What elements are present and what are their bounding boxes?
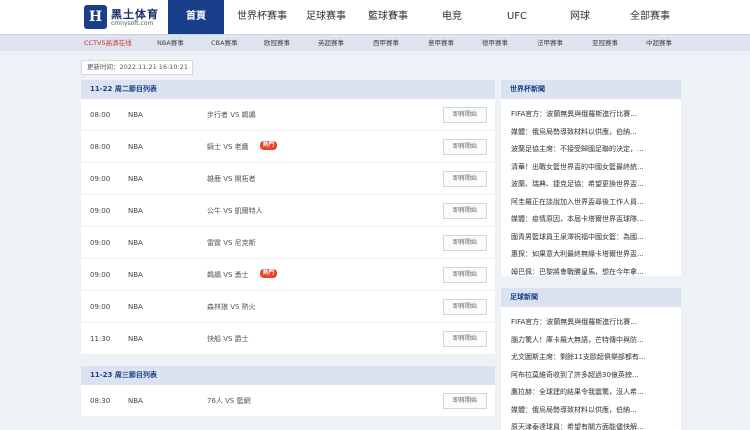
news-item[interactable]: FIFA官方：波蘭無異與俄羅斯進行比賽... — [501, 314, 681, 332]
news-item[interactable]: 阿布拉莫維奇收到了許多超過30億英鎊... — [501, 367, 681, 385]
subnav-item-epl[interactable]: 英超赛事 — [318, 35, 344, 52]
subnav-item-nba[interactable]: NBA赛事 — [157, 35, 184, 52]
schedule-title: 11-23 周三節目列表 — [81, 366, 495, 385]
news-panel-worldcup: 世界杯新聞 FIFA官方：波蘭無異與俄羅斯進行比賽... 媒體：俄烏局勢導致材料… — [501, 80, 681, 276]
site-logo[interactable]: H 黑土体育 cmnysoft.com — [84, 5, 166, 29]
nav-item-basketball[interactable]: 籃球賽事 — [362, 0, 414, 34]
news-item[interactable]: 腦力驚人！庫卡羅大無語，芒特傳中與防... — [501, 332, 681, 350]
watch-button[interactable]: 即將開始 — [443, 267, 487, 283]
news-item[interactable]: 媒體：俄烏局勢導致材料以供應，伯納... — [501, 124, 681, 142]
subnav-item-seriea[interactable]: 意甲赛事 — [428, 35, 454, 52]
schedule-row: 08:00 NBA 騎士 VS 老鷹 熱門 即將開始 — [81, 131, 495, 163]
news-item[interactable]: FIFA官方：波蘭無異與俄羅斯進行比賽... — [501, 106, 681, 124]
match-league: NBA — [128, 111, 143, 119]
match-teams[interactable]: 雄鹿 VS 開拓者 — [207, 163, 256, 195]
match-league: NBA — [128, 271, 143, 279]
match-time: 09:00 — [90, 303, 111, 311]
watch-button[interactable]: 即將開始 — [443, 393, 487, 409]
schedule-row: 09:00 NBA 雄鹿 VS 開拓者 即將開始 — [81, 163, 495, 195]
schedule-row: 09:00 NBA 鵜鶘 VS 勇士 熱門 即將開始 — [81, 259, 495, 291]
news-title: 世界杯新聞 — [501, 80, 681, 99]
match-league: NBA — [128, 303, 143, 311]
watch-button[interactable]: 即將開始 — [443, 235, 487, 251]
match-teams[interactable]: 公牛 VS 凱爾特人 — [207, 195, 263, 227]
hot-badge: 熱門 — [260, 269, 278, 278]
news-item[interactable]: 清華！出戰女籃世界盃的中國女籃最終統... — [501, 159, 681, 177]
hot-badge: 熱門 — [260, 141, 278, 150]
match-teams[interactable]: 森林狼 VS 熱火 — [207, 291, 256, 323]
match-time: 09:00 — [90, 271, 111, 279]
match-league: NBA — [128, 397, 143, 405]
news-item[interactable]: 國青男籃球員王泉澤祝福中國女籃：為國... — [501, 229, 681, 247]
subnav-item-cba[interactable]: CBA赛事 — [211, 35, 237, 52]
watch-button[interactable]: 即將開始 — [443, 299, 487, 315]
schedule-row: 09:00 NBA 森林狼 VS 熱火 即將開始 — [81, 291, 495, 323]
schedule-row: 09:00 NBA 雷霆 VS 尼克斯 即將開始 — [81, 227, 495, 259]
news-panel-football: 足球新聞 FIFA官方：波蘭無異與俄羅斯進行比賽... 腦力驚人！庫卡羅大無語，… — [501, 288, 681, 430]
watch-button[interactable]: 即將開始 — [443, 139, 487, 155]
match-teams[interactable]: 步行者 VS 鵜鶘 — [207, 99, 256, 131]
match-league: NBA — [128, 207, 143, 215]
match-league: NBA — [128, 175, 143, 183]
news-title: 足球新聞 — [501, 288, 681, 307]
news-item[interactable]: 波蘭足協主席：不接受歸國足聯的決定，... — [501, 141, 681, 159]
schedule-panel-day1: 11-22 周二節目列表 08:00 NBA 步行者 VS 鵜鶘 即將開始 08… — [81, 80, 495, 355]
schedule-title: 11-22 周二節目列表 — [81, 80, 495, 99]
nav-item-ufc[interactable]: UFC — [497, 0, 537, 34]
subnav-item-bundesliga[interactable]: 德甲赛事 — [482, 35, 508, 52]
news-item[interactable]: 尤文圖斯主席：剩餘11支歐超俱樂部都有... — [501, 349, 681, 367]
news-item[interactable]: 阿圭羅正在談說加入世界盃尋後工作人員... — [501, 194, 681, 212]
logo-url: cmnysoft.com — [111, 20, 154, 27]
match-teams[interactable]: 雷霆 VS 尼克斯 — [207, 227, 256, 259]
watch-button[interactable]: 即將開始 — [443, 203, 487, 219]
schedule-row: 08:30 NBA 76人 VS 籃網 即將開始 — [81, 385, 495, 417]
match-time: 08:00 — [90, 143, 111, 151]
match-league: NBA — [128, 239, 143, 247]
nav-item-home[interactable]: 首頁 — [168, 0, 224, 34]
match-time: 08:00 — [90, 111, 111, 119]
watch-button[interactable]: 即將開始 — [443, 107, 487, 123]
nav-item-tennis[interactable]: 网球 — [560, 0, 600, 34]
subnav-item-afc[interactable]: 亚冠赛事 — [592, 35, 618, 52]
match-league: NBA — [128, 143, 143, 151]
schedule-row: 11:30 NBA 快船 VS 爵士 即將開始 — [81, 323, 495, 355]
subnav-item-ligue1[interactable]: 法甲赛事 — [537, 35, 563, 52]
watch-button[interactable]: 即將開始 — [443, 331, 487, 347]
schedule-row: 09:00 NBA 公牛 VS 凱爾特人 即將開始 — [81, 195, 495, 227]
news-item[interactable]: 惠探：如果意大利最終無緣卡塔爾世界盃... — [501, 246, 681, 264]
match-teams[interactable]: 鵜鶘 VS 勇士 — [207, 259, 249, 291]
top-header: H 黑土体育 cmnysoft.com 首頁 世界杯赛事 足球赛事 籃球賽事 电… — [0, 0, 750, 34]
schedule-row: 08:00 NBA 步行者 VS 鵜鶘 即將開始 — [81, 99, 495, 131]
match-time: 09:00 — [90, 239, 111, 247]
match-teams[interactable]: 騎士 VS 老鷹 — [207, 131, 249, 163]
update-time: 更新时间：2022.11.21 16:10:21 — [81, 60, 193, 75]
watch-button[interactable]: 即將開始 — [443, 171, 487, 187]
news-item[interactable]: 波蘭、瑞典、捷克足協：希望更換世界盃... — [501, 176, 681, 194]
match-time: 09:00 — [90, 207, 111, 215]
match-time: 09:00 — [90, 175, 111, 183]
subnav-item-cctv5[interactable]: CCTV5高清在线 — [84, 35, 132, 52]
schedule-panel-day2: 11-23 周三節目列表 08:30 NBA 76人 VS 籃網 即將開始 — [81, 366, 495, 417]
nav-item-worldcup[interactable]: 世界杯赛事 — [232, 0, 292, 34]
logo-mark: H — [84, 5, 107, 29]
news-item[interactable]: 媒體：俄烏局勢導致材料以供應，伯納... — [501, 402, 681, 420]
news-item[interactable]: 媒體：疫情原因，本屆卡塔爾世界盃球隊... — [501, 211, 681, 229]
nav-item-esports[interactable]: 电竞 — [432, 0, 472, 34]
match-time: 08:30 — [90, 397, 111, 405]
nav-item-football[interactable]: 足球赛事 — [300, 0, 352, 34]
match-league: NBA — [128, 335, 143, 343]
match-time: 11:30 — [90, 335, 111, 343]
subnav-item-laliga[interactable]: 西甲赛事 — [373, 35, 399, 52]
news-item[interactable]: 鷹拉赫：全球建的結果令我震驚，沒人希... — [501, 384, 681, 402]
subnav-item-csl[interactable]: 中超赛事 — [646, 35, 672, 52]
news-item[interactable]: 原天津泰達球員：希望有關方面能儘快解... — [501, 419, 681, 430]
sub-nav: CCTV5高清在线 NBA赛事 CBA赛事 欧冠赛事 英超赛事 西甲赛事 意甲赛… — [0, 34, 750, 51]
news-item[interactable]: 姆巴佩：巴黎將會戰勝皇馬，想在今年拿... — [501, 264, 681, 282]
match-teams[interactable]: 快船 VS 爵士 — [207, 323, 249, 355]
match-teams[interactable]: 76人 VS 籃網 — [207, 385, 251, 417]
subnav-item-ucl[interactable]: 欧冠赛事 — [264, 35, 290, 52]
nav-item-all[interactable]: 全部赛事 — [622, 0, 678, 34]
